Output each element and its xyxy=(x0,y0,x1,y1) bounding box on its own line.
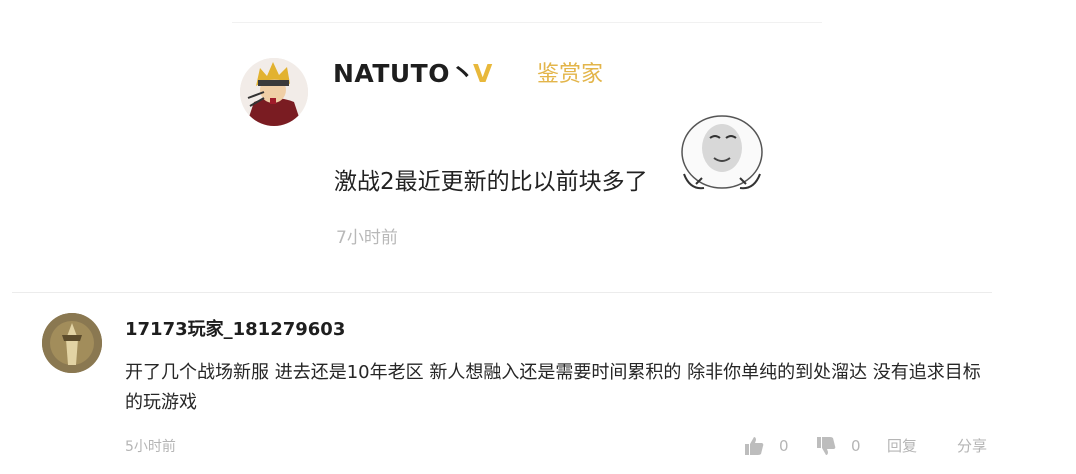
thumbs-up-icon xyxy=(745,437,764,455)
divider xyxy=(12,292,992,293)
comment2-text: 开了几个战场新服 进去还是10年老区 新人想融入还是需要时间累积的 除非你单纯的… xyxy=(125,362,981,413)
warrior-avatar-icon xyxy=(42,313,102,373)
comment1-username[interactable]: NATUTO丶 xyxy=(333,58,476,90)
comment2-timestamp: 5小时前 xyxy=(125,439,176,455)
comment2-username[interactable]: 17173玩家_181279603 xyxy=(125,318,345,342)
connoisseur-badge: 鉴赏家 xyxy=(537,62,604,87)
like-count: 0 xyxy=(779,437,789,455)
meme-face-icon xyxy=(676,112,772,198)
thumbs-down-icon xyxy=(817,437,836,455)
avatar[interactable] xyxy=(240,58,308,126)
like-button[interactable]: 0 xyxy=(743,435,789,457)
top-divider xyxy=(232,22,822,23)
reply-button[interactable]: 回复 xyxy=(887,435,917,457)
share-button[interactable]: 分享 xyxy=(957,435,987,457)
avatar[interactable] xyxy=(42,313,102,373)
comment1-timestamp: 7小时前 xyxy=(336,228,398,248)
comment1-text: 激战2最近更新的比以前块多了 xyxy=(334,169,648,195)
vip-badge: V xyxy=(473,59,493,88)
dislike-count: 0 xyxy=(851,437,861,455)
ninja-avatar-icon xyxy=(240,58,308,126)
dislike-button[interactable]: 0 xyxy=(815,435,861,457)
